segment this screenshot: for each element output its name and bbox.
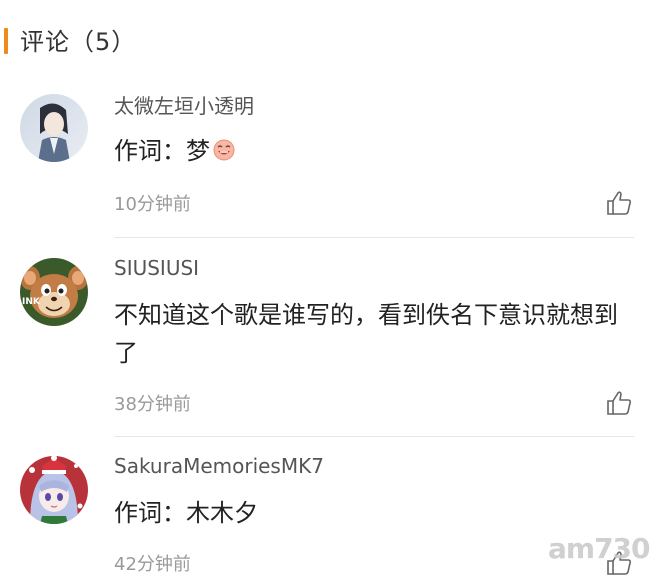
avatar[interactable]: INK [20,258,88,326]
comment-username[interactable]: 太微左垣小透明 [114,90,254,119]
header-accent-bar [4,28,8,54]
avatar-badge: INK [22,297,41,307]
comment-time: 38分钟前 [114,394,191,415]
thumbs-up-icon[interactable] [604,388,634,418]
comment-text: 不知道这个歌是谁写的，看到佚名下意识就想到了 [114,301,618,367]
comment-username[interactable]: SIUSIUSI [114,256,199,280]
comment-time: 10分钟前 [114,194,191,215]
thumbs-up-icon[interactable] [604,188,634,218]
avatar[interactable] [20,456,88,524]
avatar[interactable] [20,94,88,162]
comments-title: 评论（5） [20,28,137,56]
am730-watermark-logo: am730 [548,532,651,565]
anime-character-avatar-icon [20,94,88,162]
laughing-face-emoji-icon [213,139,235,161]
anime-girl-avatar-icon [20,456,88,524]
divider [114,436,634,437]
cartoon-mouse-avatar-icon: INK [20,258,88,326]
comment-time: 42分钟前 [114,554,191,575]
comment-username[interactable]: SakuraMemoriesMK7 [114,454,324,478]
divider [114,237,634,238]
comment-text: 作词：梦 [114,132,624,170]
comment-text: 作词：木木夕 [114,499,258,527]
comments-header: 评论（5） [0,0,652,80]
